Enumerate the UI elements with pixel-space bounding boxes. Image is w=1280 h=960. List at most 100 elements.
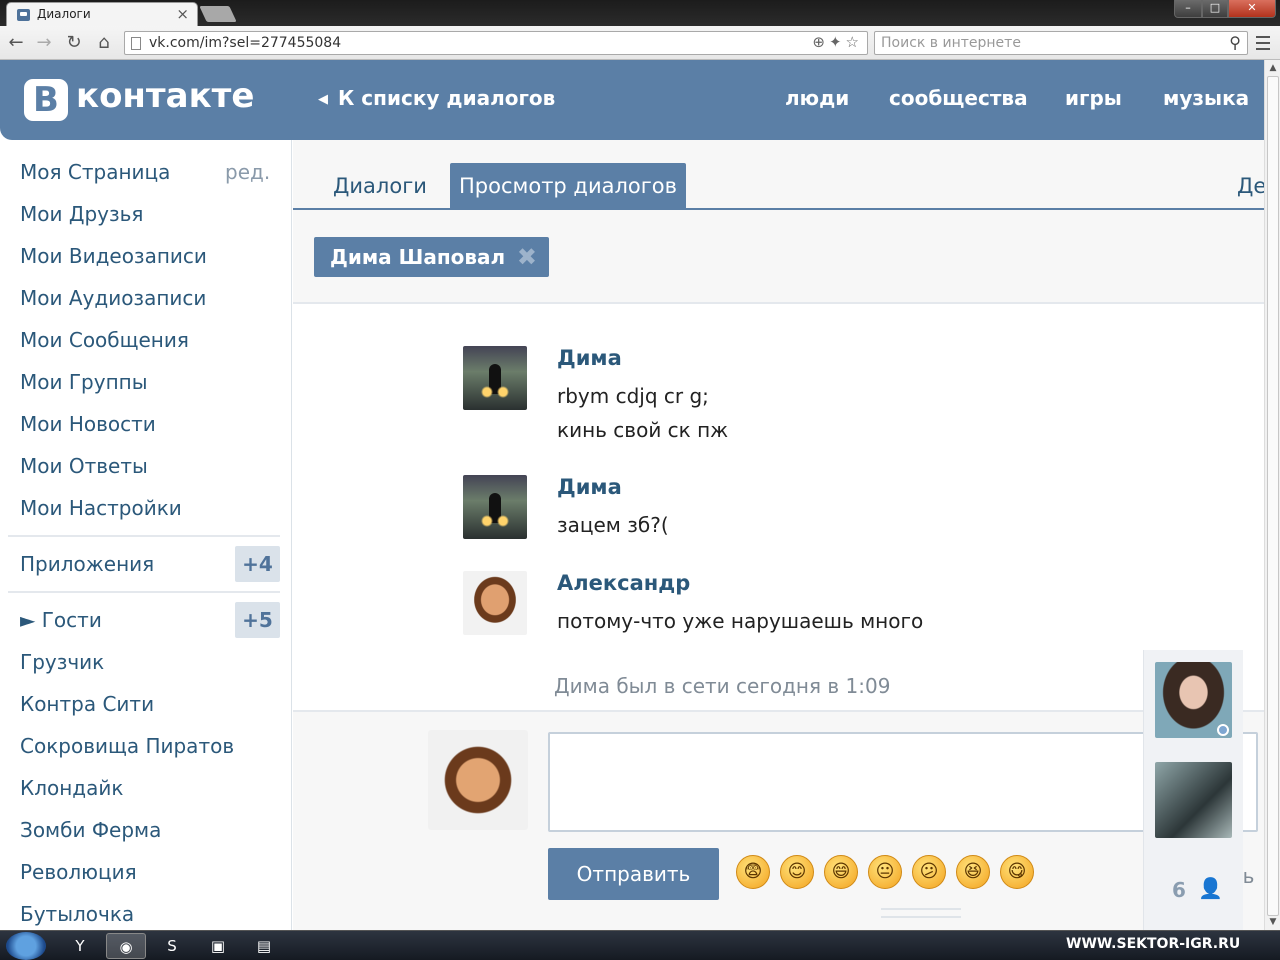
scroll-up-icon[interactable]: ▲: [1265, 60, 1280, 76]
send-button[interactable]: Отправить: [548, 848, 719, 900]
emoji-tongue-icon[interactable]: 😋: [1000, 855, 1034, 889]
message-composer: Отправить 😨 😊 😄 😐 😕 😆 😋 ть: [293, 710, 1264, 930]
back-link-label: К списку диалогов: [338, 86, 556, 110]
tab-view-dialogs[interactable]: Просмотр диалогов: [450, 163, 686, 209]
web-search-box[interactable]: Поиск в интернете ⚲: [874, 31, 1248, 55]
sidebar-item-answers[interactable]: Мои Ответы: [20, 454, 148, 478]
sidebar-app-item[interactable]: Сокровища Пиратов: [20, 734, 234, 758]
back-arrow-icon[interactable]: ←: [4, 31, 28, 55]
minimize-button[interactable]: –: [1174, 0, 1202, 18]
page-icon: [131, 37, 141, 50]
chip-name: Дима Шаповал: [330, 245, 506, 269]
dialog-tabs-area: Диалоги Просмотр диалогов Де Дима Шапова…: [293, 140, 1266, 304]
online-indicator-icon: [1217, 724, 1229, 736]
sidebar-item-messages[interactable]: Мои Сообщения: [20, 328, 189, 352]
avatar[interactable]: [463, 571, 527, 635]
nav-games[interactable]: игры: [1065, 86, 1122, 110]
sidebar-item-groups[interactable]: Мои Группы: [20, 370, 148, 394]
sidebar-item-settings[interactable]: Мои Настройки: [20, 496, 182, 520]
sidebar-app-item[interactable]: Революция: [20, 860, 137, 884]
sidebar-divider: [8, 535, 280, 537]
message-text: rbym cdjq cr g;: [557, 384, 709, 408]
conversation-chip[interactable]: Дима Шаповал ✖: [314, 237, 549, 277]
tabs-underline: [293, 208, 1264, 210]
emoji-smile-icon[interactable]: 😊: [780, 855, 814, 889]
vk-message-icon: [17, 9, 30, 21]
tab-dialogs[interactable]: Диалоги: [333, 174, 427, 198]
browser-toolbar: ← → ↻ ⌂ vk.com/im?sel=277455084 ⊕✦☆ Поис…: [0, 26, 1280, 60]
message-sender[interactable]: Александр: [557, 571, 690, 595]
nav-communities[interactable]: сообщества: [889, 86, 1028, 110]
dialog-main: Диалоги Просмотр диалогов Де Дима Шапова…: [293, 140, 1266, 930]
browser-menu-icon[interactable]: [1252, 32, 1274, 54]
sidebar-item-news[interactable]: Мои Новости: [20, 412, 156, 436]
sidebar-item-friends[interactable]: Мои Друзья: [20, 202, 143, 226]
close-window-button[interactable]: ✕: [1228, 0, 1276, 18]
sidebar-item-apps[interactable]: Приложения: [20, 552, 154, 576]
zoom-and-star-icons[interactable]: ⊕✦☆: [812, 33, 863, 51]
skype-icon[interactable]: S: [152, 933, 192, 959]
message-text: кинь свой ск пж: [557, 418, 729, 442]
sidebar-app-item[interactable]: Грузчик: [20, 650, 104, 674]
home-icon[interactable]: ⌂: [92, 31, 116, 55]
new-tab-button[interactable]: [199, 6, 237, 22]
message-sender[interactable]: Дима: [557, 475, 622, 499]
address-bar[interactable]: vk.com/im?sel=277455084 ⊕✦☆: [124, 31, 868, 55]
scroll-down-icon[interactable]: ▼: [1265, 914, 1280, 930]
vk-logo-mark[interactable]: B: [24, 79, 68, 121]
maximize-button[interactable]: □: [1202, 0, 1228, 18]
my-avatar[interactable]: [428, 730, 528, 830]
emoji-neutral-icon[interactable]: 😐: [868, 855, 902, 889]
emoji-laugh-icon[interactable]: 😆: [956, 855, 990, 889]
sidebar-app-item[interactable]: Зомби Ферма: [20, 818, 161, 842]
avatar[interactable]: [463, 346, 527, 410]
folder-icon[interactable]: ▤: [244, 933, 284, 959]
sidebar-item-my-page[interactable]: Моя Страница: [20, 160, 170, 184]
sidebar-item-audios[interactable]: Мои Аудиозаписи: [20, 286, 206, 310]
message-sender[interactable]: Дима: [557, 346, 622, 370]
start-button[interactable]: [6, 932, 46, 960]
emoji-grin-icon[interactable]: 😄: [824, 855, 858, 889]
vk-logo-text[interactable]: контакте: [76, 76, 254, 116]
url-text[interactable]: vk.com/im?sel=277455084: [149, 35, 341, 51]
window-icon[interactable]: ▣: [198, 933, 238, 959]
back-to-dialogs-link[interactable]: ◀ К списку диалогов: [318, 86, 555, 110]
edit-link[interactable]: ред.: [225, 160, 270, 184]
search-icon[interactable]: ⚲: [1229, 33, 1241, 52]
emoji-confused-icon[interactable]: 😕: [912, 855, 946, 889]
sidebar-app-item[interactable]: Контра Сити: [20, 692, 154, 716]
avatar[interactable]: [463, 475, 527, 539]
browser-titlebar: Диалоги × – □ ✕: [0, 0, 1280, 26]
guests-count-badge[interactable]: +5: [235, 602, 280, 638]
friends-online-count[interactable]: 6: [1172, 878, 1186, 902]
vk-header: B контакте ◀ К списку диалогов люди сообщ…: [0, 60, 1264, 140]
page-scrollbar[interactable]: ▲ ▼: [1264, 60, 1280, 930]
sidebar-item-videos[interactable]: Мои Видеозаписи: [20, 244, 207, 268]
online-friends-panel: 6 👤: [1143, 650, 1243, 930]
sidebar-app-item[interactable]: Бутылочка: [20, 902, 134, 926]
sidebar-item-guests[interactable]: ► Гости: [20, 608, 102, 632]
nav-music[interactable]: музыка: [1163, 86, 1249, 110]
tab-close-icon[interactable]: ×: [176, 5, 189, 23]
nav-people[interactable]: люди: [785, 86, 849, 110]
browser-tab[interactable]: Диалоги ×: [6, 2, 198, 26]
tab-title: Диалоги: [37, 7, 91, 21]
forward-arrow-icon[interactable]: →: [32, 31, 56, 55]
emoji-shocked-icon[interactable]: 😨: [736, 855, 770, 889]
search-placeholder: Поиск в интернете: [881, 35, 1021, 51]
scroll-thumb[interactable]: [1267, 76, 1279, 916]
left-sidebar: Моя Страница ред. Мои Друзья Мои Видеоза…: [0, 140, 292, 930]
message-text: потому-что уже нарушаешь много: [557, 609, 924, 633]
last-seen-status: Дима был в сети сегодня в 1:09: [554, 674, 891, 698]
windows-taskbar: Y ◉ S ▣ ▤ WWW.SEKTOR-IGR.RU: [0, 930, 1280, 960]
sidebar-divider: [8, 591, 280, 593]
chrome-icon[interactable]: ◉: [106, 933, 146, 959]
friend-avatar[interactable]: [1155, 762, 1232, 838]
chip-close-icon[interactable]: ✖: [517, 237, 537, 277]
yandex-browser-icon[interactable]: Y: [60, 933, 100, 959]
reload-icon[interactable]: ↻: [62, 31, 86, 55]
resize-grip[interactable]: [881, 908, 961, 918]
apps-count-badge[interactable]: +4: [235, 546, 280, 582]
tab-cut-off[interactable]: Де: [1237, 174, 1266, 198]
sidebar-app-item[interactable]: Клондайк: [20, 776, 123, 800]
